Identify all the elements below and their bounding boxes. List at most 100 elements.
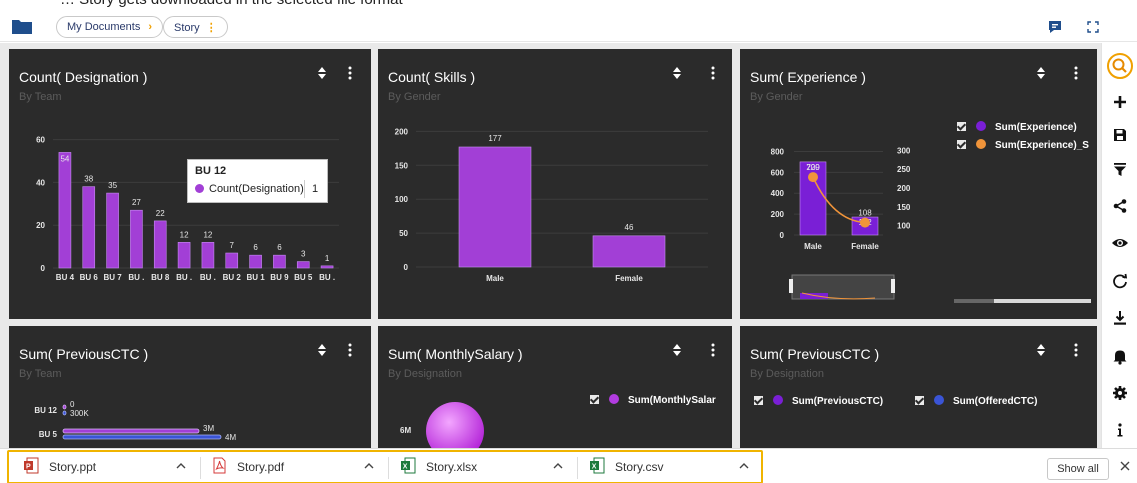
svg-text:X: X — [403, 464, 408, 471]
info-button[interactable] — [1110, 420, 1130, 440]
y-tick-label: 0 — [780, 231, 785, 240]
bar — [296, 261, 310, 269]
y-tick-label: 200 — [771, 210, 785, 219]
refresh-button[interactable] — [1110, 271, 1130, 291]
share-button[interactable] — [1110, 196, 1130, 216]
legend-item-monthlysalary[interactable]: Sum(MonthlySalar — [590, 394, 716, 406]
widget-title: Sum( Experience ) — [750, 69, 866, 85]
add-button[interactable] — [1110, 92, 1130, 112]
settings-button[interactable] — [1110, 383, 1130, 403]
bar — [320, 265, 334, 269]
close-icon[interactable] — [1119, 460, 1131, 472]
kebab-icon[interactable] — [708, 342, 718, 358]
data-label: 46 — [625, 223, 634, 232]
y2-tick-label: 200 — [897, 184, 911, 193]
download-separator — [200, 457, 201, 479]
bar — [273, 254, 286, 269]
kebab-icon[interactable] — [1071, 65, 1081, 81]
breadcrumb-my-documents[interactable]: My Documents › — [56, 16, 164, 38]
chevron-up-icon[interactable] — [551, 456, 565, 476]
legend-checkbox[interactable] — [590, 395, 599, 404]
breadcrumb-label: Story — [174, 22, 200, 34]
x-tick-label: BU . — [128, 273, 144, 282]
filter-button[interactable] — [1110, 159, 1130, 179]
sort-icon[interactable] — [1034, 342, 1048, 358]
info-icon — [1117, 423, 1123, 437]
widget-count-designation[interactable]: 0 20 40 60 54 BU 4 38 BU 6 35 BU 7 27 BU . 22 BU 8 12 B… — [9, 49, 371, 319]
bar — [153, 220, 167, 269]
legend-checkbox[interactable] — [957, 122, 966, 131]
caption-fragment: … Story gets downloaded in the selected … — [60, 0, 403, 8]
share-icon — [1113, 199, 1127, 213]
kebab-icon[interactable] — [1071, 342, 1081, 358]
data-label: 6 — [253, 243, 258, 252]
legend-checkbox[interactable] — [915, 396, 924, 405]
chevron-up-icon[interactable] — [362, 456, 376, 476]
x-tick-label: Male — [804, 242, 822, 251]
y-tick-label: BU 12 — [34, 406, 57, 415]
folder-icon[interactable] — [12, 19, 32, 34]
legend-checkbox[interactable] — [957, 140, 966, 149]
comment-icon[interactable] — [1047, 19, 1063, 35]
navigator-handle-left — [789, 279, 793, 293]
settings-icon — [1113, 386, 1127, 400]
bar — [177, 242, 191, 269]
sort-icon[interactable] — [315, 342, 329, 358]
x-tick-label: BU 7 — [103, 273, 122, 282]
chevron-up-icon[interactable] — [174, 456, 188, 476]
chevron-up-icon[interactable] — [737, 456, 751, 476]
kebab-icon[interactable] — [345, 65, 355, 81]
download-item-xlsx[interactable]: X Story.xlsx — [401, 456, 571, 478]
download-filename: Story.ppt — [49, 460, 97, 474]
preview-button[interactable] — [1110, 233, 1130, 253]
legend-item-experience[interactable]: Sum(Experience) — [957, 121, 1077, 133]
notification-button[interactable] — [1110, 346, 1130, 366]
sort-icon[interactable] — [1034, 65, 1048, 81]
y-tick-label: 200 — [395, 127, 409, 136]
legend-item-previousctc[interactable]: Sum(PreviousCTC) — [754, 395, 883, 407]
pdf-file-icon — [213, 457, 226, 474]
breadcrumb-story[interactable]: Story ⋮ — [163, 16, 228, 38]
legend-label: Sum(Experience) — [995, 122, 1077, 133]
x-tick-label: BU 6 — [80, 273, 99, 282]
bar — [62, 428, 200, 434]
legend-item-offeredctc[interactable]: Sum(OfferedCTC) — [915, 395, 1037, 407]
tooltip-series-dot — [195, 184, 204, 193]
x-tick-label: BU 5 — [294, 273, 313, 282]
legend-item-experience-s[interactable]: Sum(Experience)_S — [957, 139, 1089, 151]
download-separator — [388, 457, 389, 479]
kebab-icon[interactable] — [708, 65, 718, 81]
download-item-pdf[interactable]: Story.pdf — [212, 456, 382, 478]
fullscreen-icon[interactable] — [1085, 19, 1101, 35]
download-item-ppt[interactable]: P Story.ppt — [24, 456, 194, 478]
legend-checkbox[interactable] — [754, 396, 763, 405]
widget-count-skills[interactable]: 0 50 100 150 200 177 Male 46 Female Count( Skill… — [378, 49, 732, 319]
widget-subtitle: By Team — [19, 368, 62, 380]
svg-text:X: X — [592, 464, 597, 471]
sort-icon[interactable] — [315, 65, 329, 81]
show-all-button[interactable]: Show all — [1047, 458, 1109, 480]
y2-tick-label: 300 — [897, 146, 911, 155]
download-item-csv[interactable]: X Story.csv — [590, 456, 760, 478]
widget-subtitle: By Designation — [388, 368, 462, 380]
y-tick-label: 40 — [36, 178, 45, 187]
kebab-icon[interactable] — [345, 342, 355, 358]
y-tick-label: 0 — [404, 263, 409, 272]
x-tick-label: BU . — [176, 273, 192, 282]
widget-subtitle: By Designation — [750, 368, 824, 380]
search-button[interactable] — [1107, 53, 1133, 79]
chevron-right-icon: › — [148, 21, 153, 33]
export-button[interactable] — [1110, 308, 1130, 328]
bar-chart-skills: 0 50 100 150 200 177 Male 46 Female — [395, 127, 708, 283]
data-label: 12 — [203, 230, 212, 239]
data-label: 38 — [84, 175, 93, 184]
save-button[interactable] — [1110, 125, 1130, 145]
sort-icon[interactable] — [670, 342, 684, 358]
kebab-icon[interactable]: ⋮ — [206, 22, 217, 34]
chart-tooltip: BU 12 Count(Designation) 1 — [187, 159, 328, 203]
data-label: 1 — [325, 254, 330, 263]
sort-icon[interactable] — [670, 65, 684, 81]
data-label: 108 — [858, 209, 872, 218]
svg-text:P: P — [26, 464, 31, 471]
widget-sum-experience[interactable]: 0200400600800100150200250300700Male172Fe… — [740, 49, 1097, 319]
